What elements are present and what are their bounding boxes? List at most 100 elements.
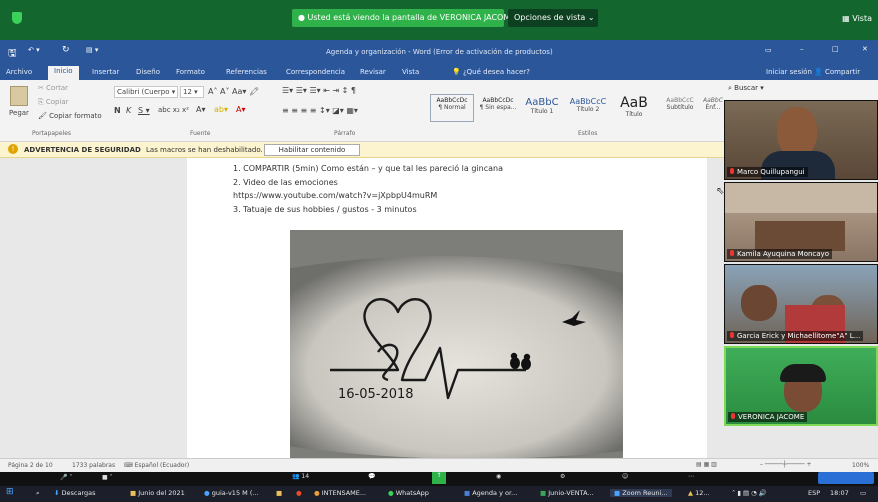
font-grow-shrink-icons[interactable]: A˄ A˅ Aa▾ 🖍 <box>208 87 259 96</box>
tab-correspondencia[interactable]: Correspondencia <box>286 68 345 76</box>
text-effects-icon[interactable]: A▾ <box>196 105 206 114</box>
end-button[interactable] <box>818 472 874 484</box>
search-icon[interactable]: ⌕ <box>36 489 40 498</box>
taskbar-item[interactable]: ● guia-v15 M (... <box>204 489 259 497</box>
tell-me-box[interactable]: 💡 ¿Qué desea hacer? <box>452 68 530 76</box>
tab-archivo[interactable]: Archivo <box>6 68 32 76</box>
mute-icon[interactable]: 🎤 ˄ <box>60 474 72 481</box>
style-subtitle[interactable]: AaBbCcC Subtítulo <box>658 94 702 122</box>
style-normal[interactable]: AaBbCcDc ¶ Normal <box>430 94 474 122</box>
minimize-icon[interactable]: – <box>800 45 804 53</box>
taskbar-item[interactable]: ■ Agenda y or... <box>464 489 517 497</box>
taskbar-item[interactable]: ■ Junio del 2021 <box>130 489 185 497</box>
language-indicator[interactable]: ESP <box>808 489 820 497</box>
tab-formato[interactable]: Formato <box>176 68 205 76</box>
taskbar-item[interactable]: ● INTENSAME... <box>314 489 366 497</box>
align-buttons[interactable]: ≡ ≡ ≡ ≡ ↕▾ ◪▾ ▦▾ <box>282 106 358 115</box>
chat-icon[interactable]: 💬 <box>368 473 375 480</box>
language-status[interactable]: ⌨ Español (Ecuador) <box>124 462 189 469</box>
style-heading2[interactable]: AaBbCcC Título 2 <box>566 94 610 122</box>
taskbar-item[interactable]: ■ Junio-VENTA... <box>540 489 594 497</box>
italic-button[interactable]: K <box>126 106 131 115</box>
start-icon[interactable]: ⊞ <box>6 487 14 497</box>
zoom-slider[interactable]: – ─────┼───── + <box>760 461 812 468</box>
highlight-icon[interactable]: ab▾ <box>214 105 228 114</box>
zoom-level[interactable]: 100% <box>852 462 869 469</box>
apps-icon[interactable]: ⋯ <box>688 473 694 480</box>
share-button[interactable]: 👤 Compartir <box>814 68 860 76</box>
font-size-select[interactable]: 12 ▾ <box>180 86 204 98</box>
record-icon[interactable]: ◉ <box>496 473 501 480</box>
page-count[interactable]: Página 2 de 10 <box>8 462 53 469</box>
warning-title: ADVERTENCIA DE SEGURIDAD <box>24 146 141 154</box>
view-label: Vista <box>852 14 872 23</box>
file-explorer-icon[interactable]: ■ <box>276 489 282 497</box>
style-title[interactable]: AaB Título <box>612 94 656 122</box>
cut-label: Cortar <box>46 84 69 92</box>
share-screen-icon[interactable]: ↑ <box>432 472 446 484</box>
font-color-icon[interactable]: A▾ <box>236 105 246 114</box>
video-icon[interactable]: ■ ˄ <box>102 474 113 481</box>
copy-button[interactable]: ⎘ Copiar <box>38 98 69 107</box>
save-icon[interactable]: 🖫 <box>8 46 17 63</box>
tattoo-image[interactable]: 16-05-2018 <box>290 230 623 458</box>
ribbon-options-icon[interactable]: ▭ <box>765 46 772 54</box>
word-count[interactable]: 1733 palabras <box>72 462 115 469</box>
tab-vista[interactable]: Vista <box>402 68 419 76</box>
bold-button[interactable]: N <box>114 106 121 115</box>
paste-button[interactable]: Pegar <box>4 84 34 124</box>
font-group-label: Fuente <box>190 130 211 137</box>
taskbar-item[interactable]: ▲ 12... <box>688 489 710 497</box>
participant-video[interactable]: Marco Quillupangui <box>724 100 878 180</box>
close-icon[interactable]: ✕ <box>862 45 868 53</box>
maximize-icon[interactable]: □ <box>832 45 839 53</box>
taskbar-item[interactable]: ⬇ Descargas <box>54 489 96 497</box>
tab-revisar[interactable]: Revisar <box>360 68 386 76</box>
view-mode-icons[interactable]: ▤ ▦ ▥ <box>696 461 717 468</box>
participant-name: VERONICA JACOME <box>728 412 808 422</box>
list-buttons[interactable]: ☰▾ ☰▾ ☰▾ ⇤ ⇥ ↕ ¶ <box>282 86 356 95</box>
tab-diseno[interactable]: Diseño <box>136 68 160 76</box>
strike-sub-sup-buttons[interactable]: abc x₂ x² <box>158 106 189 114</box>
shield-icon[interactable] <box>12 12 22 24</box>
taskbar-item[interactable]: ■ Zoom Reuni... <box>610 489 672 497</box>
sign-in-link[interactable]: Iniciar sesión <box>766 68 812 76</box>
tab-referencias[interactable]: Referencias <box>226 68 267 76</box>
format-painter-button[interactable]: 🖌 Copiar formato <box>38 112 102 120</box>
system-tray-icons[interactable]: ˄ ▮ ▤ ◔ 🔊 <box>732 489 767 497</box>
redo-icon[interactable]: ↻ <box>62 45 70 55</box>
chrome-icon: ● <box>314 489 320 497</box>
ribbon-tabs: Archivo Inicio Insertar Diseño Formato R… <box>0 66 878 80</box>
quick-access-icon[interactable]: ▤ ▾ <box>86 46 98 54</box>
reactions-icon[interactable]: ☺ <box>622 473 628 480</box>
office-icon[interactable]: ● <box>296 489 302 497</box>
notifications-icon[interactable]: ▭ <box>860 489 866 497</box>
view-button[interactable]: ▦ Vista <box>842 14 872 23</box>
undo-icon[interactable]: ↶ ▾ <box>28 46 40 54</box>
participant-video[interactable]: Garcia Erick y Michaellitome"A" L... <box>724 264 878 344</box>
clock[interactable]: 18:07 <box>830 489 849 497</box>
participant-hair <box>780 364 826 382</box>
participant-video-active[interactable]: VERONICA JACOME <box>724 346 878 426</box>
style-no-spacing[interactable]: AaBbCcDc ¶ Sin espa... <box>476 94 520 122</box>
breakout-icon[interactable]: ⚙ <box>560 473 565 480</box>
style-emphasis[interactable]: AaBbCcDcÉnf... <box>702 94 724 122</box>
participant-video[interactable]: Kamila Ayuquina Moncayo <box>724 182 878 262</box>
tell-me-text: ¿Qué desea hacer? <box>462 68 530 76</box>
view-options-button[interactable]: Opciones de vista ⌄ <box>508 9 598 27</box>
mic-muted-icon <box>730 250 734 256</box>
underline-button[interactable]: S ▾ <box>138 106 150 115</box>
cut-button[interactable]: ✂ Cortar <box>38 84 68 92</box>
font-name-select[interactable]: Calibri (Cuerpo ▾ <box>114 86 178 98</box>
tab-inicio[interactable]: Inicio <box>48 66 79 80</box>
style-preview: AaBbCcDc <box>436 97 468 104</box>
doc-line[interactable]: https://www.youtube.com/watch?v=jXpbpU4m… <box>233 191 437 200</box>
document-title: Agenda y organización - Word (Error de a… <box>326 48 553 56</box>
style-heading1[interactable]: AaBbC Título 1 <box>520 94 564 122</box>
document-page[interactable]: 1. COMPARTIR (5min) Como están – y que t… <box>187 158 707 458</box>
taskbar-item[interactable]: ● WhatsApp <box>388 489 429 497</box>
enable-content-button[interactable]: Habilitar contenido <box>264 144 360 156</box>
tab-insertar[interactable]: Insertar <box>92 68 119 76</box>
participants-button[interactable]: 👥 14 <box>292 473 309 480</box>
search-button[interactable]: ⌕ Buscar ▾ <box>728 84 764 93</box>
